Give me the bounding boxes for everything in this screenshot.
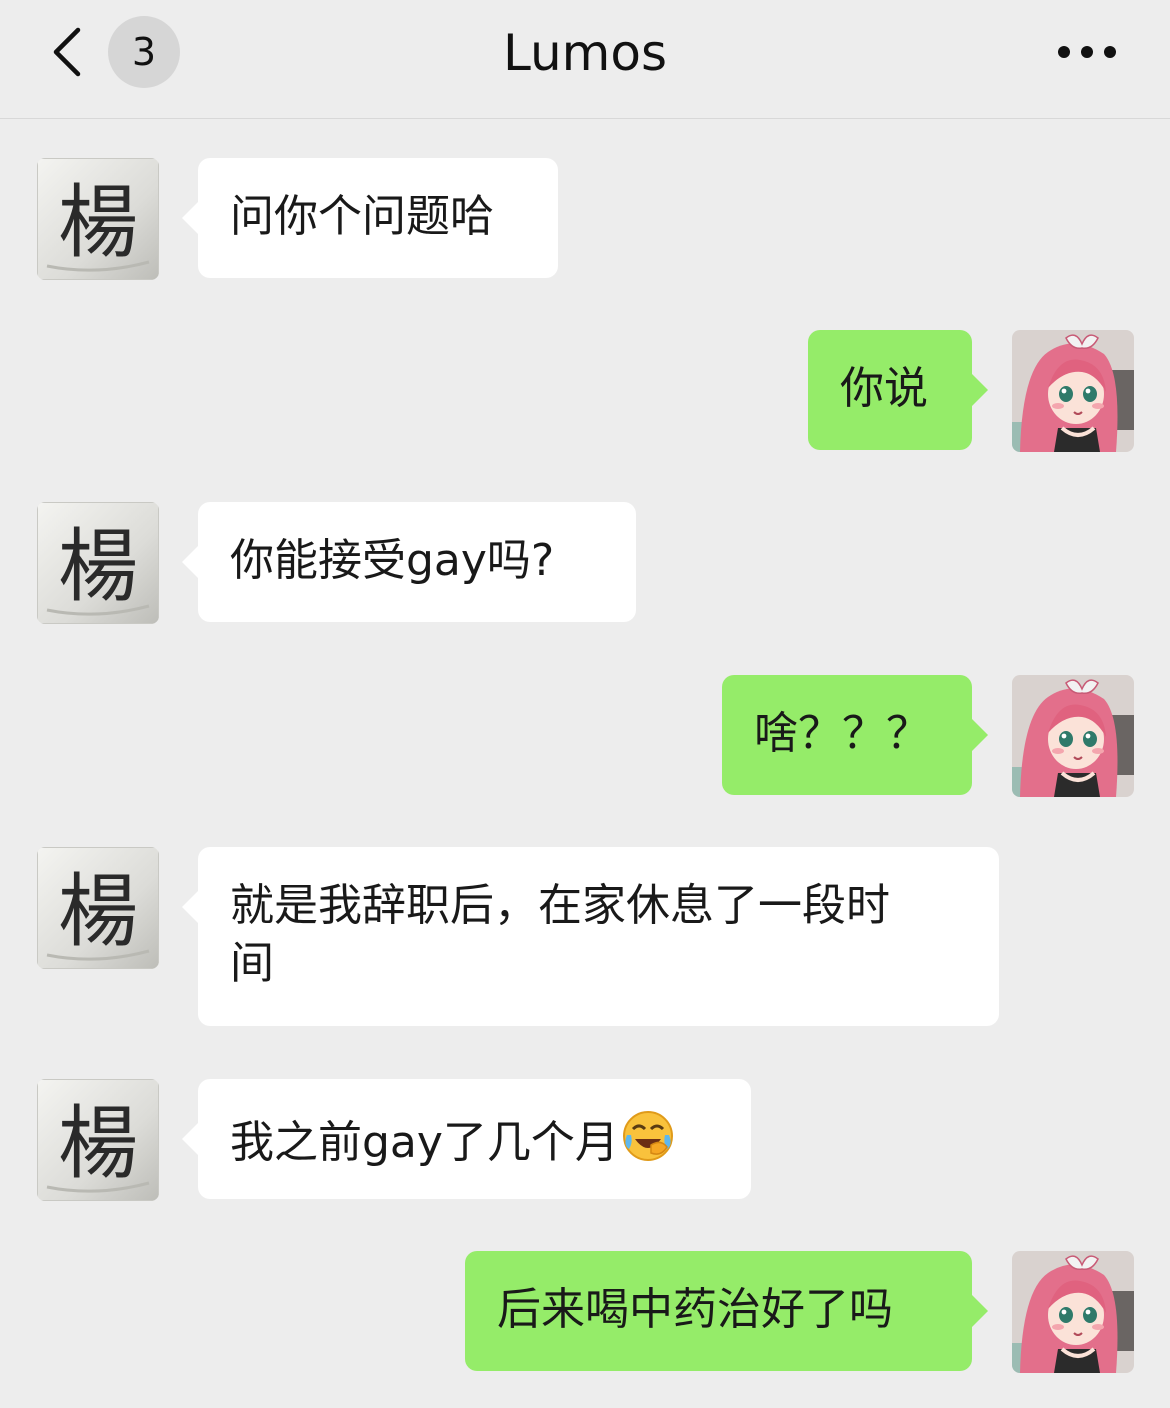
chat-header: 3 Lumos [0, 0, 1170, 119]
chevron-left-icon [53, 27, 81, 77]
message-text: 我之前gay了几个月 [230, 1117, 619, 1168]
avatar-calligraphy-glyph: 楊 [58, 176, 138, 269]
message-text: 你说 [840, 363, 928, 414]
more-dots-icon [1058, 46, 1116, 58]
contact-avatar[interactable]: 楊 [37, 158, 159, 280]
message-bubble-incoming[interactable]: 就是我辞职后，在家休息了一段时 间 [182, 847, 999, 1026]
contact-avatar[interactable]: 楊 [37, 847, 159, 969]
unread-count-badge[interactable]: 3 [108, 16, 180, 88]
avatar-calligraphy-glyph: 楊 [58, 865, 138, 958]
user-avatar[interactable] [1012, 330, 1134, 452]
message-bubble-incoming[interactable]: 问你个问题哈 [182, 158, 558, 278]
avatar-calligraphy-glyph: 楊 [58, 1097, 138, 1190]
message-bubble-incoming[interactable]: 我之前gay了几个月 [182, 1079, 751, 1199]
avatar-calligraphy-glyph: 楊 [58, 520, 138, 613]
more-options-button[interactable] [1054, 30, 1120, 74]
chat-title: Lumos [502, 24, 667, 82]
contact-avatar[interactable]: 楊 [37, 1079, 159, 1201]
crying-laughing-face-icon [621, 1109, 675, 1178]
contact-avatar[interactable]: 楊 [37, 502, 159, 624]
message-text-line: 就是我辞职后，在家休息了一段时 [230, 880, 890, 931]
message-text: 后来喝中药治好了吗 [497, 1284, 893, 1335]
message-text: 你能接受gay吗? [230, 535, 555, 586]
message-bubble-outgoing[interactable]: 啥？？？ [722, 675, 988, 795]
message-text-line: 间 [230, 938, 274, 989]
message-bubble-incoming[interactable]: 你能接受gay吗? [182, 502, 636, 622]
user-avatar[interactable] [1012, 1251, 1134, 1373]
back-button[interactable] [44, 22, 94, 82]
message-bubble-outgoing[interactable]: 后来喝中药治好了吗 [465, 1251, 988, 1371]
message-bubble-outgoing[interactable]: 你说 [808, 330, 988, 450]
user-avatar[interactable] [1012, 675, 1134, 797]
message-text: 问你个问题哈 [230, 191, 494, 242]
message-text: 啥？？？ [754, 708, 930, 759]
